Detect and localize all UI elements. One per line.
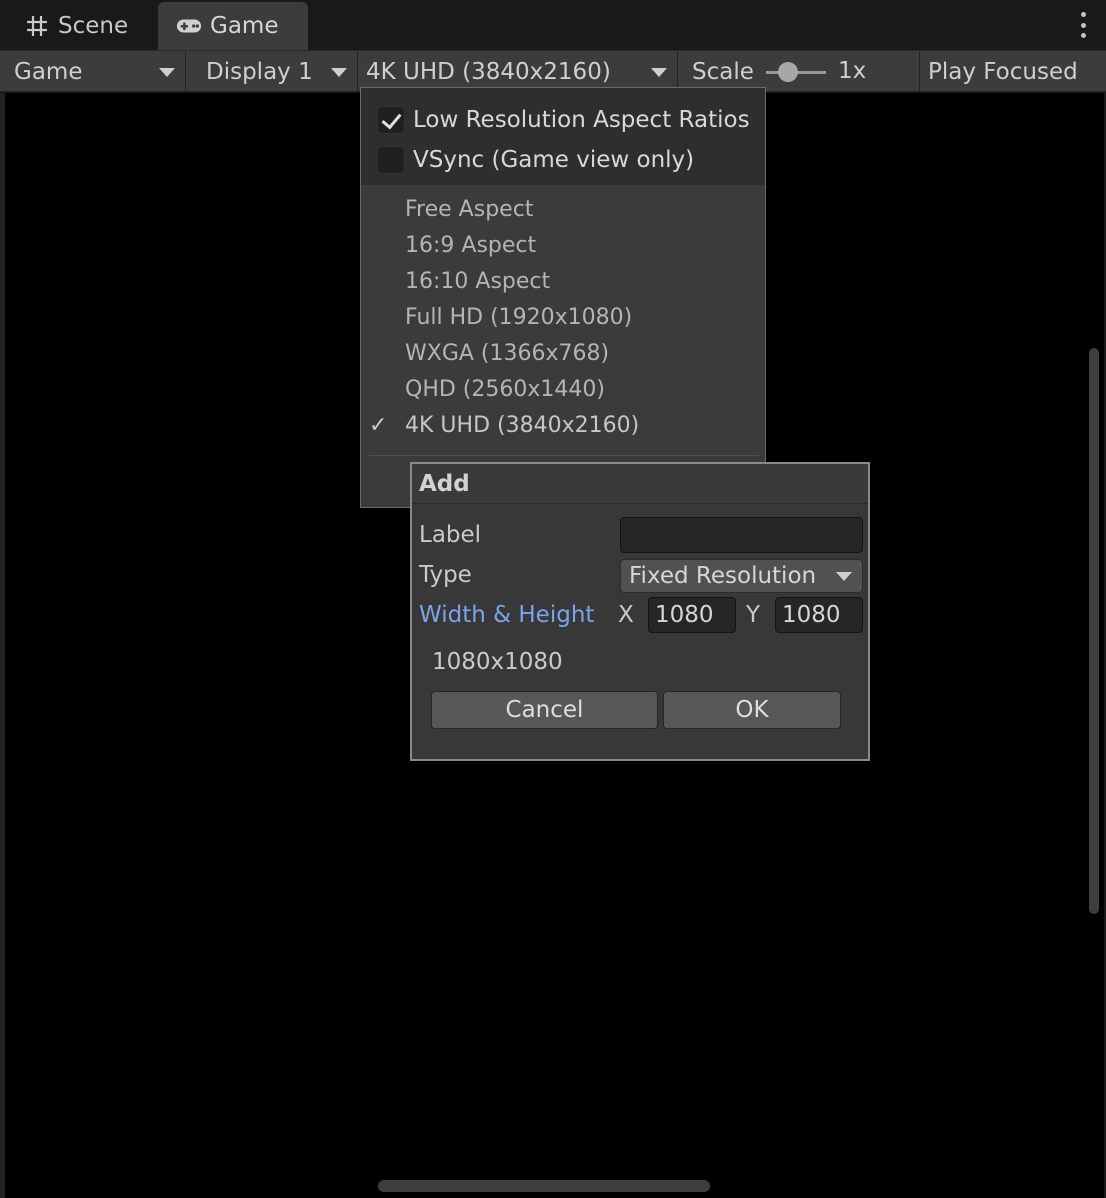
resolution-label: 4K UHD (3840x2160) bbox=[366, 58, 611, 85]
ok-button[interactable]: OK bbox=[663, 691, 841, 729]
game-toolbar: Game Display 1 4K UHD (3840x2160) Scale … bbox=[0, 50, 1106, 92]
ok-button-label: OK bbox=[735, 697, 769, 723]
type-select[interactable]: Fixed Resolution bbox=[620, 559, 863, 593]
scale-label: Scale bbox=[692, 58, 754, 85]
chevron-down-icon bbox=[651, 68, 667, 77]
menu-item-16-10[interactable]: 16:10 Aspect bbox=[405, 269, 550, 294]
menu-item-free-aspect[interactable]: Free Aspect bbox=[405, 197, 533, 222]
grid-icon bbox=[24, 13, 50, 39]
menu-item-4k-uhd[interactable]: 4K UHD (3840x2160) bbox=[405, 413, 639, 438]
low-resolution-checkbox[interactable] bbox=[377, 106, 405, 134]
play-focused-label: Play Focused bbox=[928, 58, 1078, 85]
horizontal-scrollbar[interactable] bbox=[378, 1180, 710, 1192]
display-dropdown[interactable]: Display 1 bbox=[186, 51, 358, 92]
scale-control: Scale 1x bbox=[678, 51, 920, 92]
tab-game-label: Game bbox=[210, 13, 279, 39]
type-select-value: Fixed Resolution bbox=[629, 563, 817, 589]
scale-value: 1x bbox=[838, 58, 867, 84]
game-view-dropdown[interactable]: Game bbox=[6, 51, 186, 92]
label-input[interactable] bbox=[620, 517, 863, 553]
vsync-toggle[interactable]: VSync (Game view only) bbox=[377, 145, 694, 175]
chevron-down-icon bbox=[159, 68, 175, 77]
x-label: X bbox=[618, 602, 634, 628]
width-value: 1080 bbox=[655, 602, 714, 628]
chevron-down-icon bbox=[331, 68, 347, 77]
tab-bar: Scene Game bbox=[0, 0, 1106, 50]
menu-item-qhd[interactable]: QHD (2560x1440) bbox=[405, 377, 605, 402]
menu-item-16-9[interactable]: 16:9 Aspect bbox=[405, 233, 536, 258]
gamepad-icon bbox=[176, 13, 202, 39]
vsync-checkbox[interactable] bbox=[377, 146, 405, 174]
play-focused-dropdown[interactable]: Play Focused bbox=[920, 51, 1106, 92]
low-resolution-toggle[interactable]: Low Resolution Aspect Ratios bbox=[377, 105, 750, 135]
tab-scene-label: Scene bbox=[58, 13, 129, 39]
resolution-preview: 1080x1080 bbox=[432, 649, 563, 675]
y-label: Y bbox=[746, 602, 761, 628]
height-input[interactable]: 1080 bbox=[775, 597, 863, 633]
vsync-label: VSync (Game view only) bbox=[413, 147, 695, 173]
dialog-title: Add bbox=[412, 464, 868, 504]
tab-game[interactable]: Game bbox=[158, 2, 308, 50]
label-field-label: Label bbox=[419, 522, 482, 548]
tab-scene[interactable]: Scene bbox=[12, 2, 157, 50]
height-value: 1080 bbox=[782, 602, 841, 628]
vertical-scrollbar[interactable] bbox=[1089, 348, 1099, 914]
display-label: Display 1 bbox=[206, 58, 313, 85]
type-field-label: Type bbox=[419, 562, 472, 588]
low-resolution-label: Low Resolution Aspect Ratios bbox=[413, 107, 750, 133]
resolution-dropdown[interactable]: 4K UHD (3840x2160) bbox=[358, 51, 678, 92]
width-height-label: Width & Height bbox=[419, 602, 595, 628]
menu-item-wxga[interactable]: WXGA (1366x768) bbox=[405, 341, 609, 366]
menu-divider bbox=[369, 455, 759, 456]
resolution-menu: Low Resolution Aspect Ratios VSync (Game… bbox=[360, 87, 766, 508]
aspect-list: Free Aspect 16:9 Aspect 16:10 Aspect Ful… bbox=[361, 185, 765, 507]
game-view-label: Game bbox=[14, 58, 83, 85]
cancel-button-label: Cancel bbox=[505, 697, 584, 723]
width-input[interactable]: 1080 bbox=[648, 597, 736, 633]
checkmark-icon: ✓ bbox=[369, 413, 388, 438]
add-resolution-dialog: Add Label Type Fixed Resolution Width & … bbox=[410, 462, 870, 761]
cancel-button[interactable]: Cancel bbox=[431, 691, 658, 729]
menu-item-full-hd[interactable]: Full HD (1920x1080) bbox=[405, 305, 632, 330]
chevron-down-icon bbox=[836, 572, 852, 581]
scale-slider-handle[interactable] bbox=[778, 62, 798, 82]
more-options-icon[interactable] bbox=[1078, 12, 1088, 38]
